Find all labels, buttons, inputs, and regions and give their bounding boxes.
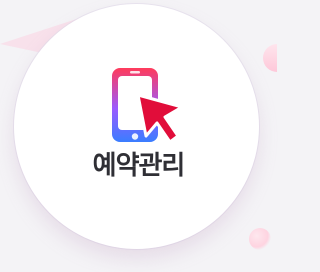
top-right-decoration (263, 44, 277, 72)
reservation-management-label: 예약관리 (92, 151, 186, 181)
phone-tap-icon (104, 62, 196, 154)
bottom-right-decoration (249, 228, 271, 250)
